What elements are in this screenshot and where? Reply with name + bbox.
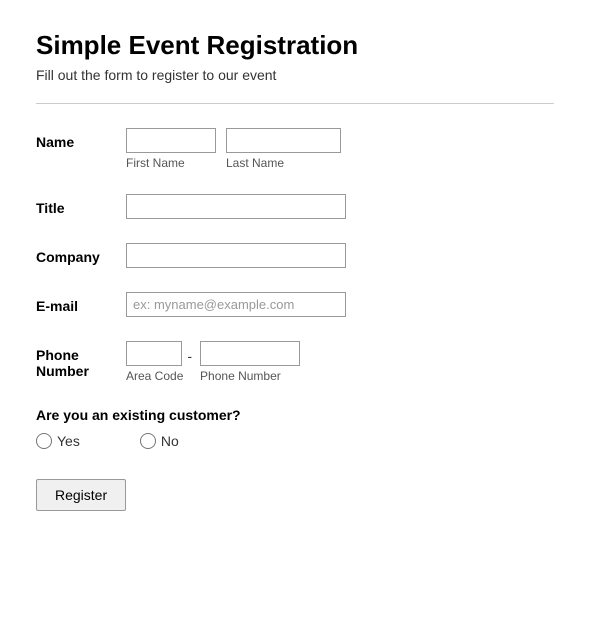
first-name-wrap: First Name bbox=[126, 128, 216, 170]
area-code-wrap: Area Code bbox=[126, 341, 183, 383]
area-code-label: Area Code bbox=[126, 369, 183, 383]
first-name-label: First Name bbox=[126, 156, 216, 170]
last-name-label: Last Name bbox=[226, 156, 341, 170]
page-subtitle: Fill out the form to register to our eve… bbox=[36, 67, 554, 83]
name-row: Name First Name Last Name bbox=[36, 128, 554, 170]
email-label: E-mail bbox=[36, 292, 126, 314]
no-label: No bbox=[161, 433, 179, 449]
name-label: Name bbox=[36, 128, 126, 150]
title-input[interactable] bbox=[126, 194, 346, 219]
phone-label: Phone Number bbox=[36, 341, 126, 379]
email-row: E-mail bbox=[36, 292, 554, 317]
first-name-input[interactable] bbox=[126, 128, 216, 153]
phone-number-input[interactable] bbox=[200, 341, 300, 366]
phone-row: Phone Number Area Code - Phone Number bbox=[36, 341, 554, 383]
title-field-group bbox=[126, 194, 554, 219]
no-radio[interactable] bbox=[140, 433, 156, 449]
phone-dash: - bbox=[183, 343, 196, 364]
title-row: Title bbox=[36, 194, 554, 219]
email-input[interactable] bbox=[126, 292, 346, 317]
last-name-input[interactable] bbox=[226, 128, 341, 153]
title-label: Title bbox=[36, 194, 126, 216]
register-button[interactable]: Register bbox=[36, 479, 126, 511]
page-title: Simple Event Registration bbox=[36, 30, 554, 61]
name-fields-group: First Name Last Name bbox=[126, 128, 554, 170]
company-row: Company bbox=[36, 243, 554, 268]
yes-radio[interactable] bbox=[36, 433, 52, 449]
company-input[interactable] bbox=[126, 243, 346, 268]
last-name-wrap: Last Name bbox=[226, 128, 341, 170]
email-field-group bbox=[126, 292, 554, 317]
customer-question: Are you an existing customer? bbox=[36, 407, 554, 423]
existing-customer-section: Are you an existing customer? Yes No bbox=[36, 407, 554, 449]
area-code-input[interactable] bbox=[126, 341, 182, 366]
phone-inputs: Area Code - Phone Number bbox=[126, 341, 554, 383]
radio-group: Yes No bbox=[36, 433, 554, 449]
name-inputs: First Name Last Name bbox=[126, 128, 554, 170]
phone-field-group: Area Code - Phone Number bbox=[126, 341, 554, 383]
no-option[interactable]: No bbox=[140, 433, 179, 449]
section-divider bbox=[36, 103, 554, 104]
yes-label: Yes bbox=[57, 433, 80, 449]
company-field-group bbox=[126, 243, 554, 268]
company-label: Company bbox=[36, 243, 126, 265]
phone-number-wrap: Phone Number bbox=[200, 341, 300, 383]
phone-number-label: Phone Number bbox=[200, 369, 300, 383]
yes-option[interactable]: Yes bbox=[36, 433, 80, 449]
